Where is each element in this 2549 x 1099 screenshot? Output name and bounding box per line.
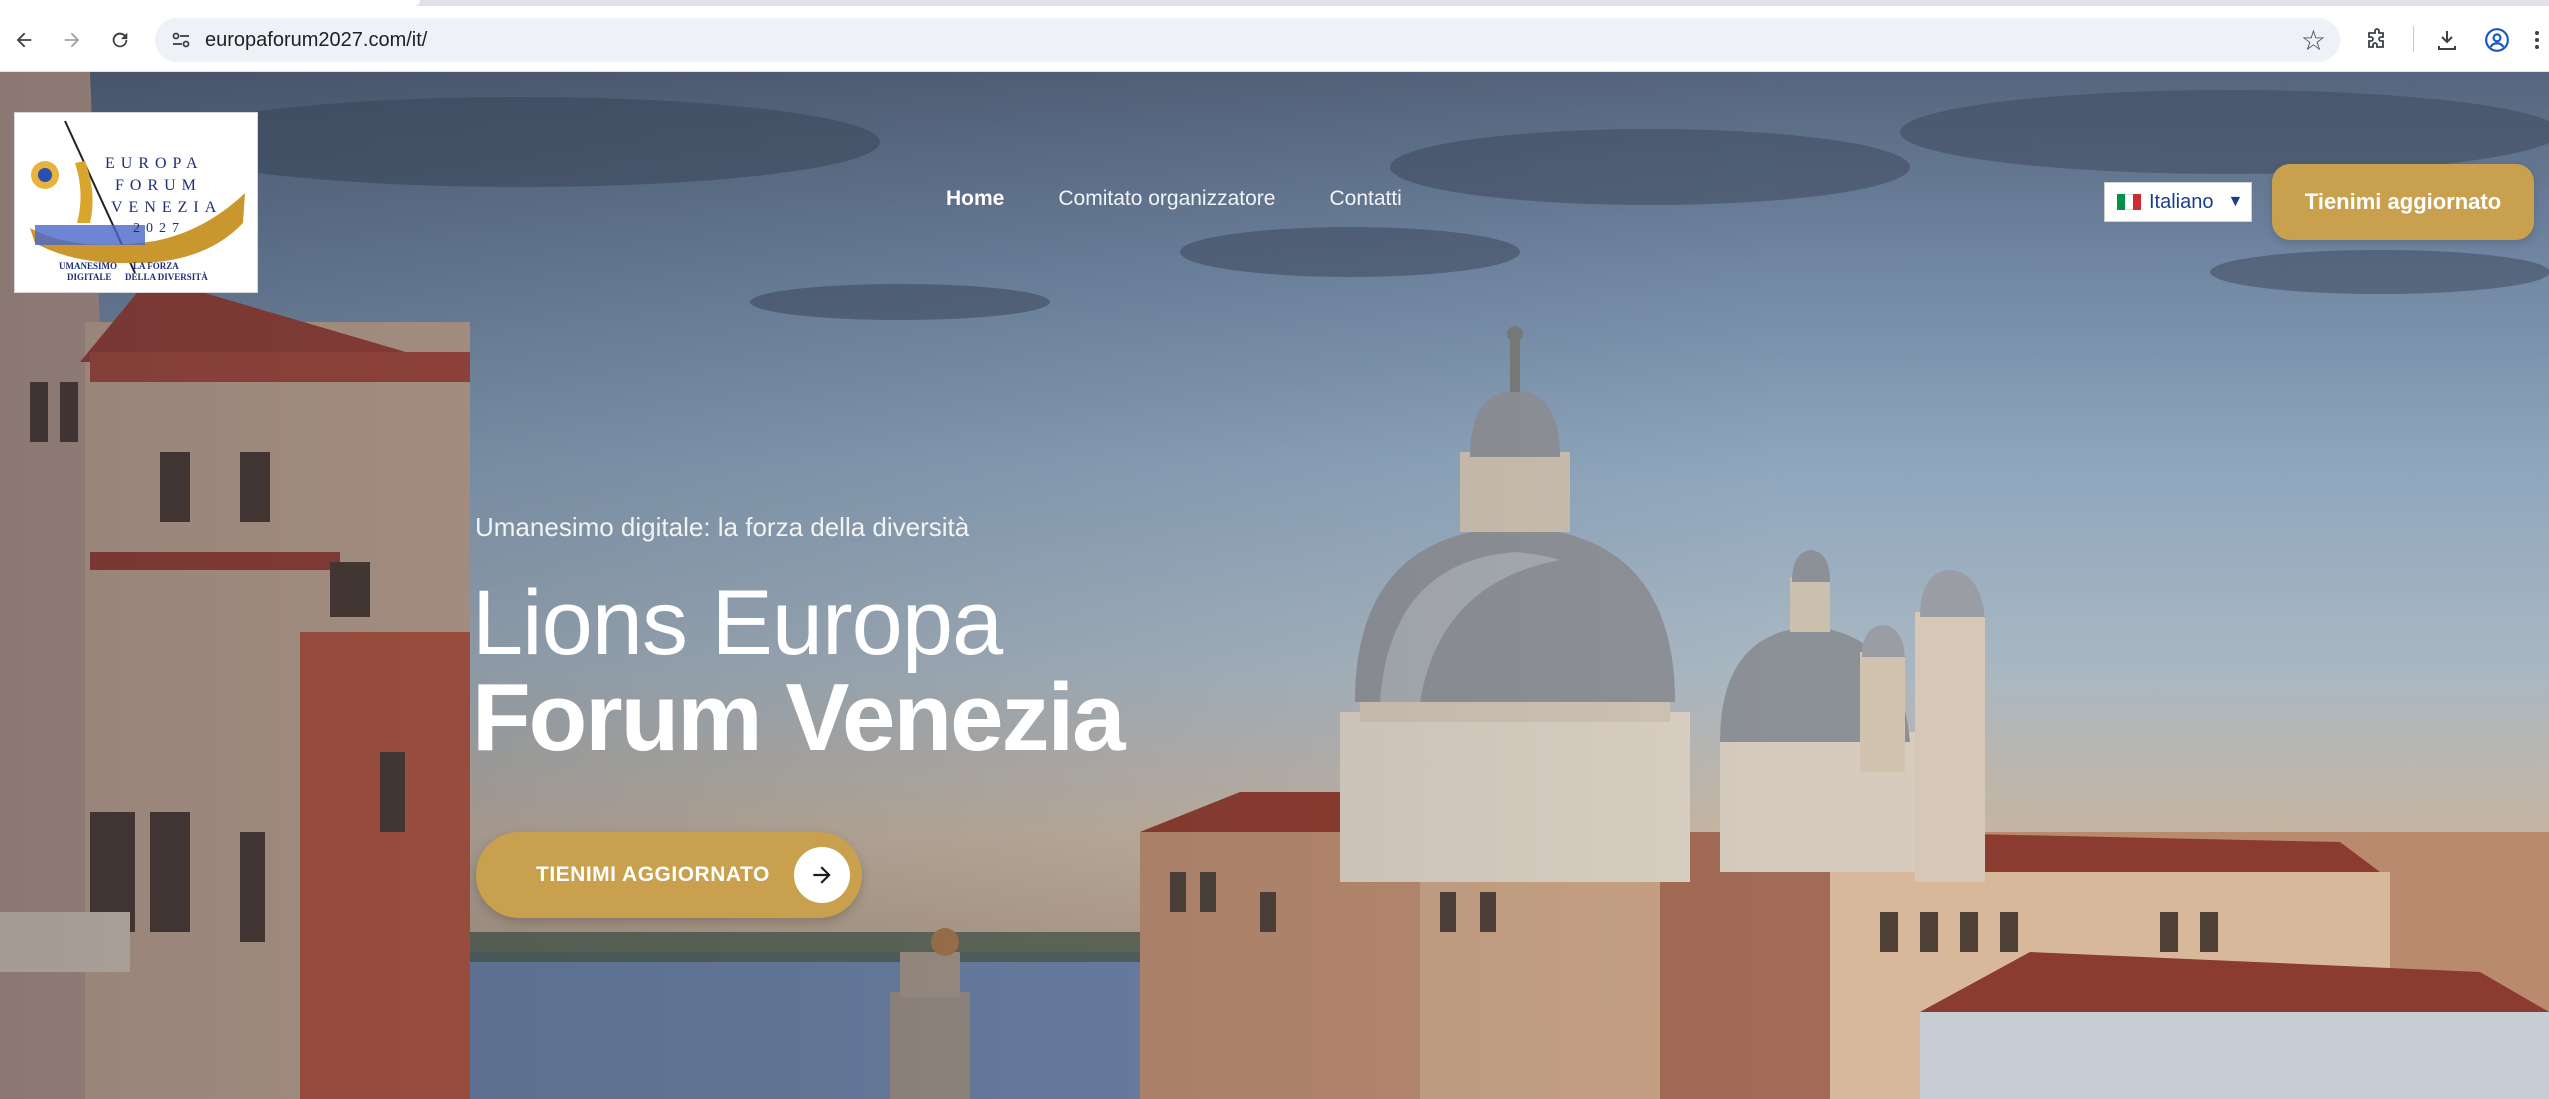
logo-line-2: FORUM: [115, 177, 202, 194]
logo-line-4: 2027: [133, 221, 185, 236]
tune-icon[interactable]: [169, 28, 193, 52]
more-vertical-icon: [2535, 31, 2539, 49]
site-logo[interactable]: EUROPA FORUM VENEZIA 2027 UMANESIMO DIGI…: [14, 112, 258, 293]
hero-title-line-1: Lions Europa: [472, 572, 1003, 674]
active-tab[interactable]: [0, 0, 420, 6]
subscribe-button-header[interactable]: Tienimi aggiornato: [2272, 164, 2534, 240]
language-label: Italiano: [2149, 190, 2214, 213]
logo-tag-left: UMANESIMO: [59, 261, 117, 271]
chevron-down-icon: ▼: [2227, 193, 2244, 210]
arrow-left-icon: [16, 32, 32, 48]
puzzle-icon: [2368, 28, 2384, 48]
main-navigation: Home Comitato organizzatore Contatti: [946, 187, 1402, 211]
logo-tag-right: LA FORZA: [133, 261, 179, 271]
reload-icon: [112, 32, 128, 48]
menu-button[interactable]: [2525, 20, 2549, 60]
logo-tag-left-2: DIGITALE: [67, 272, 112, 282]
subscribe-button-label: TIENIMI AGGIORNATO: [536, 863, 770, 886]
hero-subtitle: Umanesimo digitale: la forza della diver…: [475, 512, 970, 542]
url-text[interactable]: europaforum2027.com/it/: [205, 29, 427, 52]
address-bar[interactable]: europaforum2027.com/it/ ☆: [155, 18, 2340, 62]
nav-item-home[interactable]: Home: [946, 187, 1004, 211]
arrow-right-circle-icon: [794, 847, 850, 903]
subscribe-button-hero[interactable]: TIENIMI AGGIORNATO: [476, 832, 862, 918]
star-icon[interactable]: ☆: [2301, 24, 2326, 57]
logo-line-1: EUROPA: [105, 155, 204, 172]
language-select[interactable]: Italiano ▼: [2104, 182, 2252, 222]
arrow-right-icon: [64, 32, 80, 48]
download-icon: [2438, 31, 2456, 50]
forward-button[interactable]: [52, 20, 92, 60]
back-button[interactable]: [4, 20, 44, 60]
logo-line-3: VENEZIA: [111, 199, 223, 216]
browser-toolbar: europaforum2027.com/it/ ☆: [0, 0, 2549, 72]
profile-icon: [2485, 28, 2509, 52]
hero-title-line-2: Forum Venezia: [472, 664, 1126, 771]
reload-button[interactable]: [100, 20, 140, 60]
hero-section: EUROPA FORUM VENEZIA 2027 UMANESIMO DIGI…: [0, 72, 2549, 1099]
tab-strip: [0, 0, 2549, 6]
nav-item-contatti[interactable]: Contatti: [1329, 187, 1401, 211]
italy-flag-icon: [2117, 194, 2141, 210]
logo-tag-right-2: DELLA DIVERSITÀ: [125, 272, 208, 282]
download-button[interactable]: [2427, 20, 2467, 60]
profile-button[interactable]: [2477, 20, 2517, 60]
extensions-button[interactable]: [2357, 20, 2397, 60]
nav-item-comitato[interactable]: Comitato organizzatore: [1058, 187, 1275, 211]
hero-overlay: [0, 72, 2549, 1099]
toolbar-separator: [2413, 26, 2414, 52]
